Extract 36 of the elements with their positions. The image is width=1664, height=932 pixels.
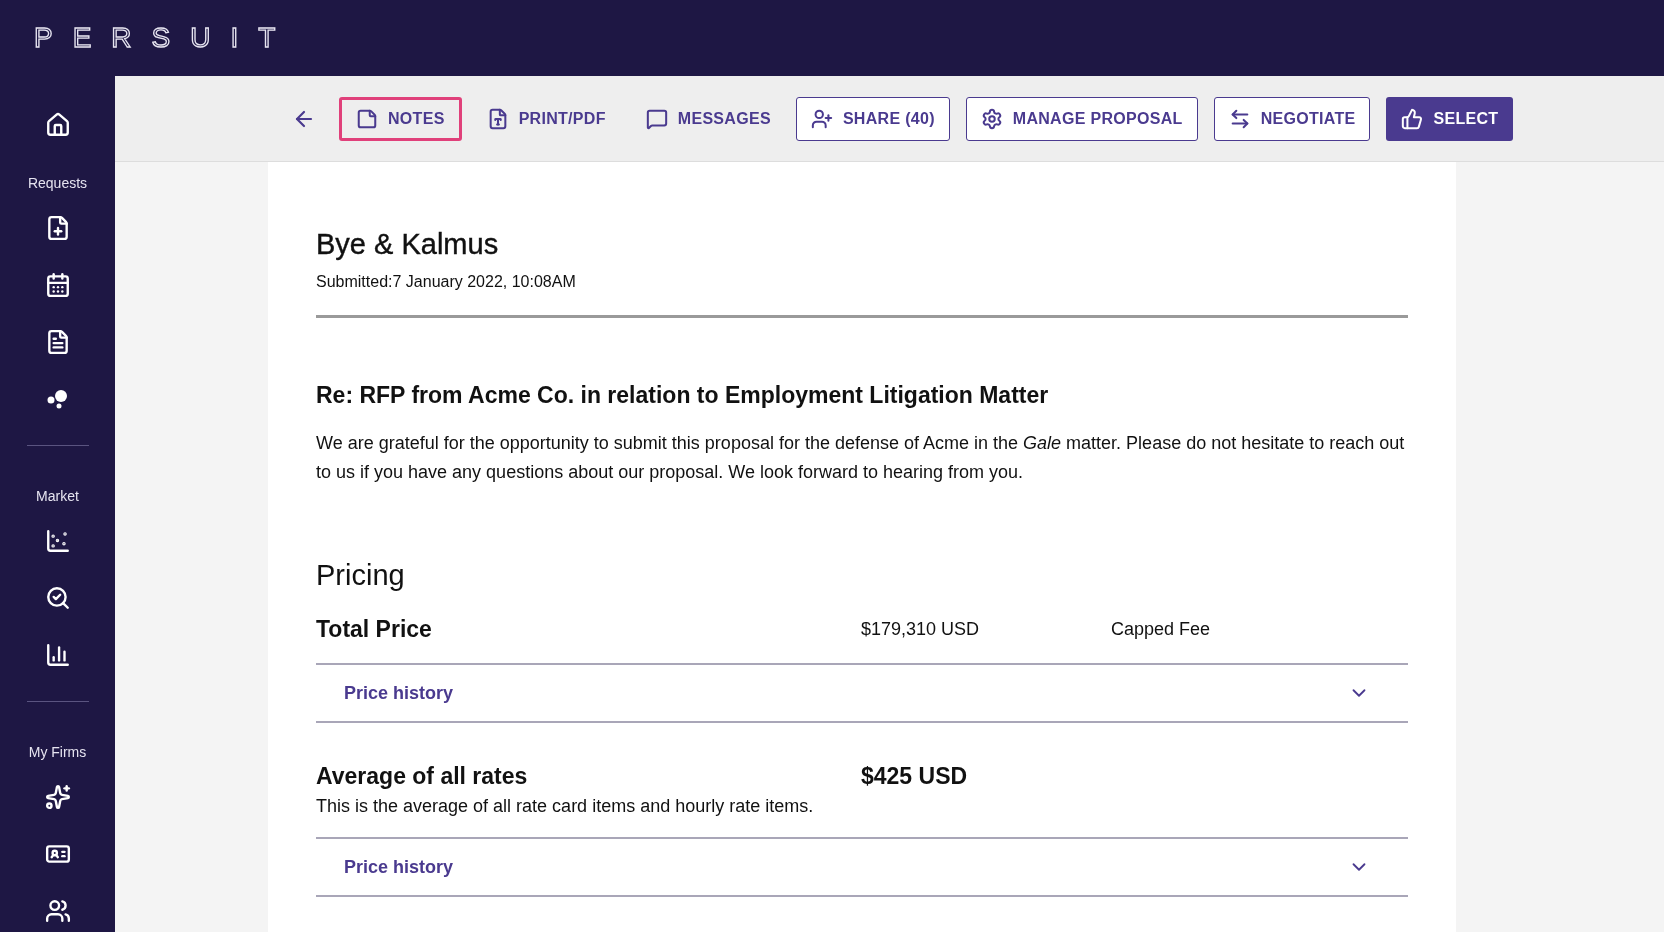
note-icon: [356, 107, 378, 130]
toolbar-button[interactable]: SHARE (40): [795, 96, 950, 141]
toolbar-button[interactable]: PRINT/PDF: [471, 96, 621, 141]
toolbar-button[interactable]: NEGOTIATE: [1213, 96, 1371, 141]
calendar-icon: [44, 271, 71, 298]
sidebar-section-label: Market: [36, 488, 79, 504]
chat-icon: [645, 107, 668, 130]
price-description: This is the average of all rate card items and hourly rate items.: [316, 796, 815, 817]
section-title: Pricing: [316, 559, 406, 592]
price-value: $425 USD: [861, 763, 969, 790]
price-value: $179,310 USD: [861, 619, 981, 640]
dots-icon: [46, 388, 69, 409]
firm-name: Bye & Kalmus: [316, 228, 500, 261]
home-icon: [44, 111, 71, 138]
add-user-icon: [810, 107, 833, 130]
price-label: Average of all rates: [316, 763, 529, 790]
scatter-icon: [44, 527, 71, 554]
toolbar-button[interactable]: MESSAGES: [630, 96, 786, 141]
proposal-subject: Re: RFP from Acme Co. in relation to Employment Litigation Matter: [316, 382, 1050, 409]
gear-icon: [980, 107, 1003, 130]
logo: PERSUIT: [34, 22, 296, 54]
price-label: Total Price: [316, 616, 433, 643]
team-icon: [44, 897, 71, 924]
price-history-toggle[interactable]: Price history: [316, 837, 1408, 897]
sparkle-icon: [44, 783, 71, 810]
submitted-date: Submitted:7 January 2022, 10:08AM: [316, 273, 577, 291]
sidebar-section-label: Requests: [27, 175, 88, 191]
thumbs-up-icon: [1401, 107, 1424, 130]
toolbar-button[interactable]: MANAGE PROPOSAL: [965, 96, 1198, 141]
proposal-message: We are grateful for the opportunity to submit this proposal for the defense of Acme in the Gale matter. Please do not hesitate to reach out to us if you have any questions about our proposal. We look forward to hearing from you.: [316, 432, 1406, 484]
bars-icon: [44, 641, 71, 668]
sidebar-section-label: My Firms: [28, 744, 87, 760]
fee-type: Capped Fee: [1111, 619, 1212, 640]
toolbar-button[interactable]: SELECT: [1386, 96, 1514, 141]
toolbar-button[interactable]: NOTES: [339, 96, 462, 141]
price-history-toggle[interactable]: Price history: [316, 663, 1408, 723]
